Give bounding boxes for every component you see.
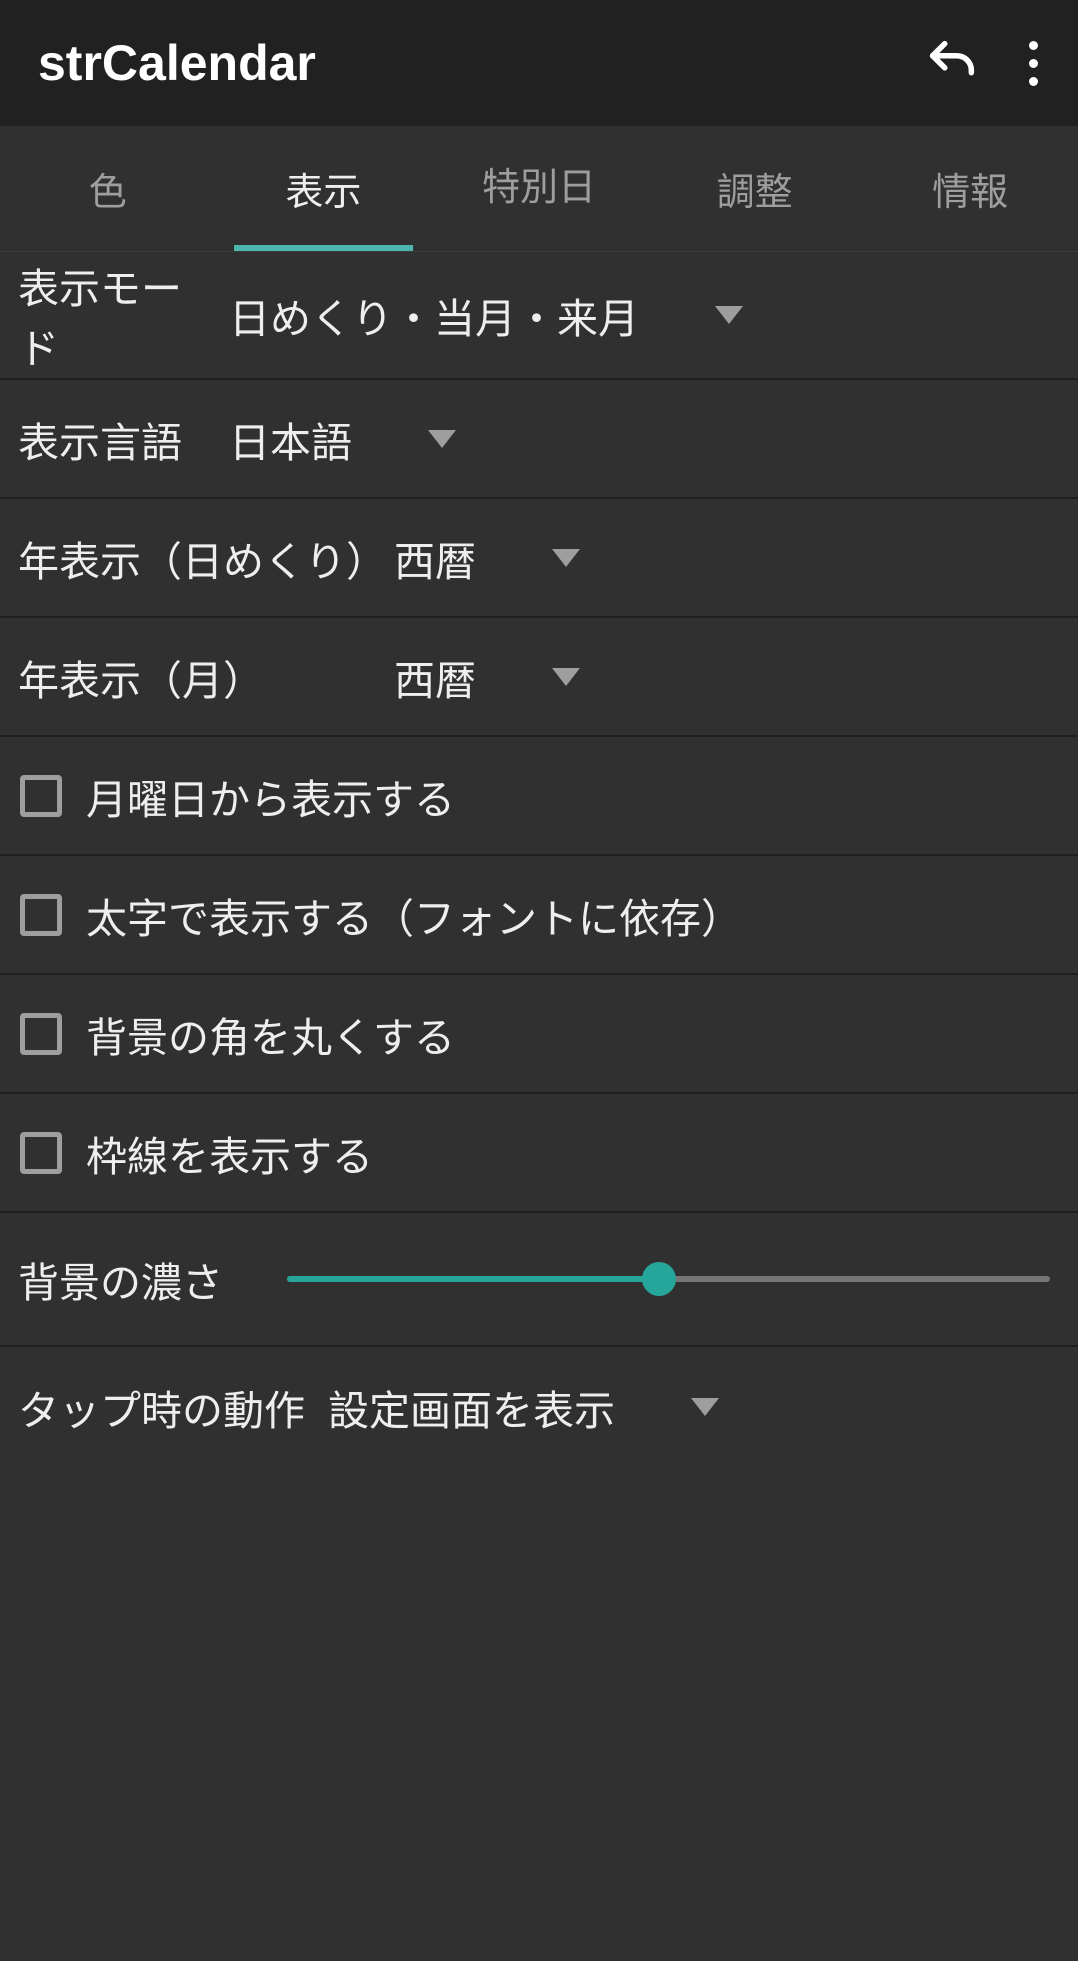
display-mode-spinner[interactable]: 日めくり・当月・来月 (229, 285, 743, 345)
tab-label: 情報 (932, 161, 1008, 216)
app-title: strCalendar (38, 34, 923, 92)
tap-action-label: タップ時の動作 (18, 1377, 328, 1437)
tab-display[interactable]: 表示 (216, 126, 432, 251)
chevron-down-icon (552, 549, 580, 567)
year-daily-spinner[interactable]: 西暦 (394, 528, 580, 588)
chevron-down-icon (691, 1398, 719, 1416)
checkbox-icon (20, 1013, 62, 1055)
display-mode-label: 表示モード (18, 255, 213, 375)
row-bg-opacity: 背景の濃さ (0, 1213, 1078, 1347)
year-month-label: 年表示（月） (18, 647, 378, 707)
display-mode-value: 日めくり・当月・来月 (229, 285, 639, 345)
language-value: 日本語 (229, 409, 352, 469)
year-daily-value: 西暦 (394, 528, 476, 588)
checkbox-icon (20, 894, 62, 936)
slider-thumb-icon (642, 1262, 676, 1296)
tab-adjust[interactable]: 調整 (647, 126, 863, 251)
tab-label: 特別日 (482, 169, 596, 209)
tap-action-value: 設定画面を表示 (328, 1377, 615, 1437)
tab-label: 調整 (717, 161, 793, 216)
tab-label: 表示 (285, 161, 361, 216)
bg-opacity-label: 背景の濃さ (18, 1249, 223, 1309)
row-bold-font[interactable]: 太字で表示する（フォントに依存） (0, 856, 1078, 975)
tab-color[interactable]: 色 (0, 126, 216, 251)
row-show-border[interactable]: 枠線を表示する (0, 1094, 1078, 1213)
checkbox-icon (20, 775, 62, 817)
tab-special-day[interactable]: 特別日 (431, 126, 647, 251)
year-month-value: 西暦 (394, 647, 476, 707)
chevron-down-icon (715, 306, 743, 324)
chevron-down-icon (428, 430, 456, 448)
app-header: strCalendar (0, 0, 1078, 126)
round-corners-label: 背景の角を丸くする (86, 1004, 455, 1064)
checkbox-icon (20, 1132, 62, 1174)
more-vert-icon[interactable] (1029, 41, 1038, 86)
row-start-monday[interactable]: 月曜日から表示する (0, 737, 1078, 856)
tap-action-spinner[interactable]: 設定画面を表示 (328, 1377, 719, 1437)
tab-bar: 色 表示 特別日 調整 情報 (0, 126, 1078, 252)
row-display-mode: 表示モード 日めくり・当月・来月 (0, 252, 1078, 380)
row-round-corners[interactable]: 背景の角を丸くする (0, 975, 1078, 1094)
start-monday-label: 月曜日から表示する (86, 766, 455, 826)
undo-icon[interactable] (923, 34, 981, 92)
bg-opacity-slider[interactable] (259, 1262, 1050, 1296)
show-border-label: 枠線を表示する (86, 1123, 373, 1183)
chevron-down-icon (552, 668, 580, 686)
tab-label: 色 (89, 161, 127, 216)
language-spinner[interactable]: 日本語 (229, 409, 456, 469)
year-month-spinner[interactable]: 西暦 (394, 647, 580, 707)
bold-font-label: 太字で表示する（フォントに依存） (86, 885, 742, 945)
row-year-daily: 年表示（日めくり） 西暦 (0, 499, 1078, 618)
row-language: 表示言語 日本語 (0, 380, 1078, 499)
year-daily-label: 年表示（日めくり） (18, 528, 378, 588)
row-year-month: 年表示（月） 西暦 (0, 618, 1078, 737)
tab-info[interactable]: 情報 (862, 126, 1078, 251)
language-label: 表示言語 (18, 409, 213, 469)
row-tap-action: タップ時の動作 設定画面を表示 (0, 1347, 1078, 1466)
